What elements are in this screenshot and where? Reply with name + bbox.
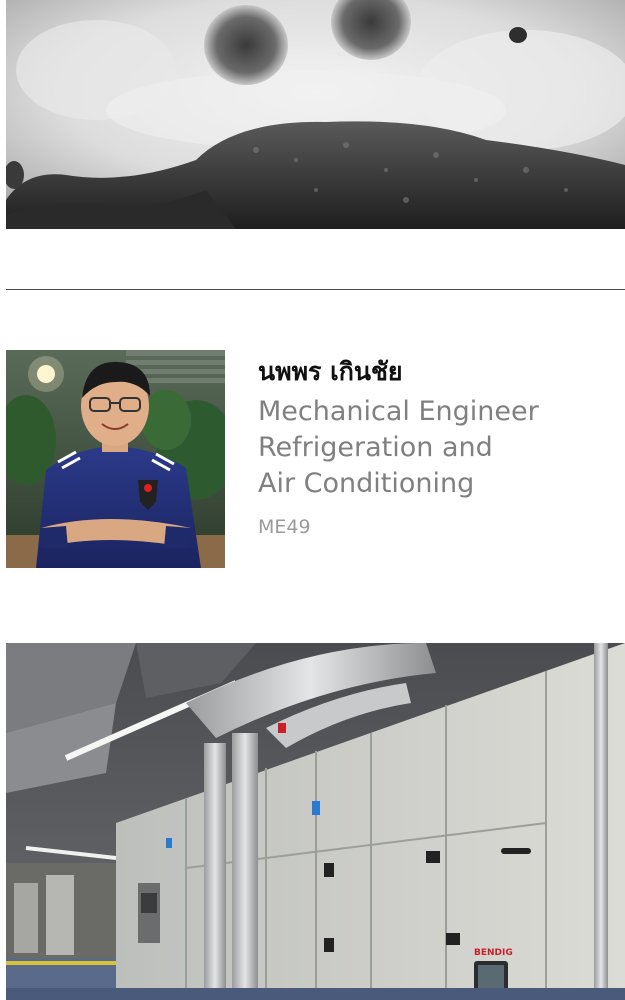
profile-info: นพพร เกินชัย Mechanical Engineer Refrige… [258, 352, 618, 540]
snow-photo [6, 0, 625, 229]
role-line: Air Conditioning [258, 468, 475, 499]
equipment-photo: BENDIG [6, 643, 625, 1000]
profile-name: นพพร เกินชัย [258, 357, 403, 386]
profile-photo [6, 350, 225, 568]
section-divider [6, 289, 625, 290]
page: นพพร เกินชัย Mechanical Engineer Refrige… [0, 0, 625, 1000]
brand-label: BENDIG [474, 948, 513, 958]
role-line: Mechanical Engineer [258, 396, 539, 427]
profile-role: Mechanical Engineer Refrigeration and Ai… [258, 394, 618, 502]
profile-code: ME49 [258, 516, 311, 538]
role-line: Refrigeration and [258, 432, 493, 463]
